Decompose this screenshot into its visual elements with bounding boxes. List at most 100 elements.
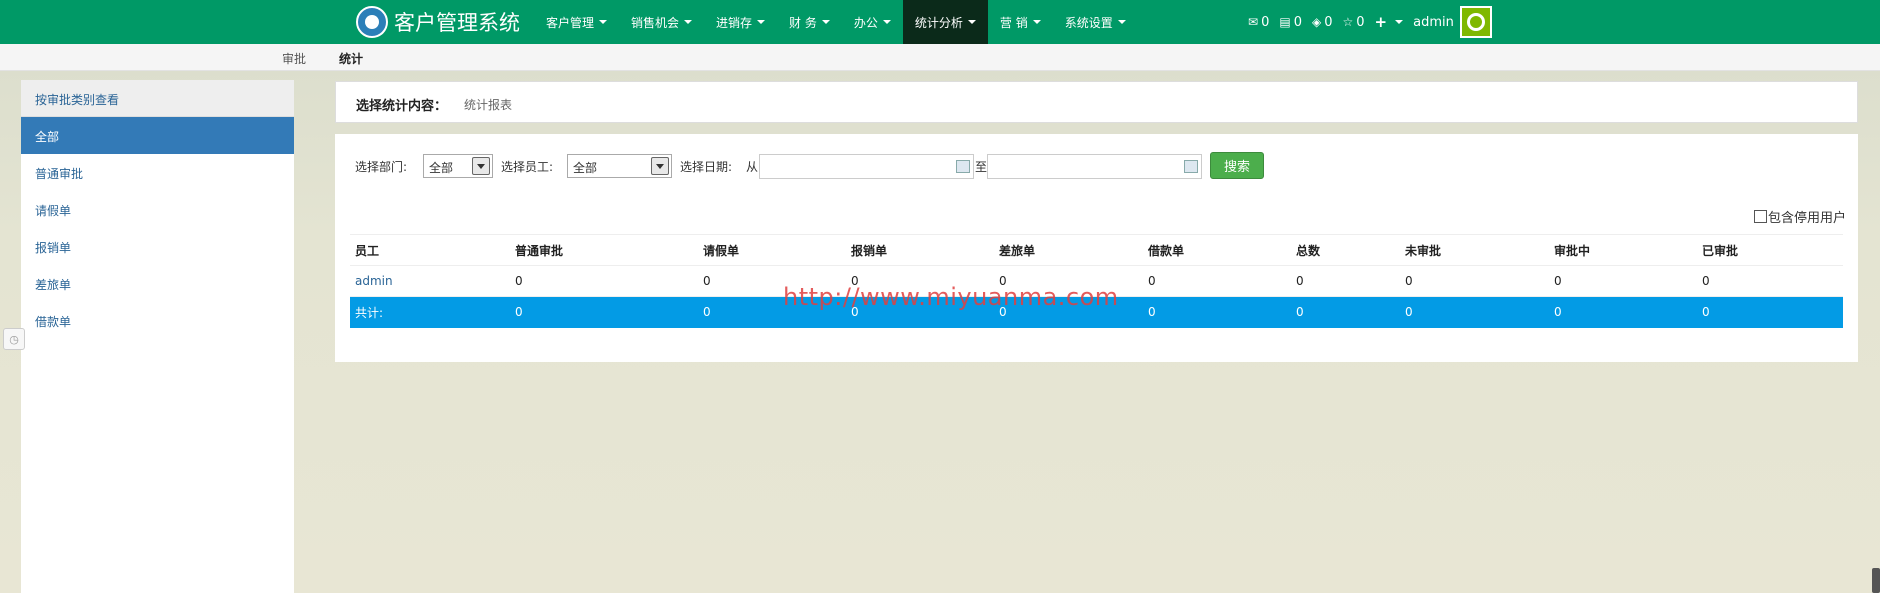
total-cell: 0 <box>1400 296 1549 328</box>
paw-icon <box>1466 13 1485 31</box>
table-cell: 0 <box>1291 265 1400 297</box>
total-cell: 0 <box>1697 296 1843 328</box>
table-cell: 0 <box>1143 265 1291 297</box>
date-label: 选择日期: <box>680 160 733 174</box>
date-from-input[interactable] <box>759 154 974 179</box>
col-general: 普通审批 <box>510 234 698 266</box>
caret-down-icon <box>684 20 693 24</box>
col-expense: 报销单 <box>846 234 994 266</box>
nav-item-sales[interactable]: 销售机会 <box>619 0 704 44</box>
date-to-input[interactable] <box>987 154 1202 179</box>
caret-down-icon <box>1395 20 1404 24</box>
messages-button[interactable]: ✉ 0 <box>1248 15 1269 30</box>
stats-table: 员工 普通审批 请假单 报销单 差旅单 借款单 总数 未审批 审批中 已审批 a… <box>350 234 1843 328</box>
app-title: 客户管理系统 <box>394 11 520 35</box>
dept-select-value: 全部 <box>429 161 454 175</box>
col-pending: 未审批 <box>1400 234 1549 266</box>
sidebar-header: 按审批类别查看 <box>21 80 294 117</box>
nav-item-marketing[interactable]: 营 销 <box>988 0 1053 44</box>
nav-item-inventory[interactable]: 进销存 <box>704 0 777 44</box>
search-button[interactable]: 搜索 <box>1210 152 1264 179</box>
avatar[interactable] <box>1459 6 1492 38</box>
stats-panel: 选择部门: 全部 选择员工: 全部 选择日期: 从 至 搜索 包含停用用户 员工… <box>335 134 1858 362</box>
nav-right: ✉ 0 ▤ 0 ◈ 0 ☆ 0 + admin <box>1248 0 1492 44</box>
subnav-approve[interactable]: 审批 <box>282 50 306 67</box>
emp-select[interactable]: 全部 <box>567 154 672 178</box>
content-select-label: 选择统计内容： <box>356 99 448 114</box>
total-cell: 0 <box>510 296 698 328</box>
nav-item-finance[interactable]: 财 务 <box>777 0 842 44</box>
table-cell: 0 <box>1697 265 1843 297</box>
top-navbar: 客户管理系统 客户管理 销售机会 进销存 财 务 办公 统计分析 营 销 系统设… <box>0 0 1880 44</box>
total-cell: 0 <box>1549 296 1697 328</box>
sidebar-item-expense[interactable]: 报销单 <box>21 228 294 265</box>
nav-item-office[interactable]: 办公 <box>842 0 903 44</box>
tasks-count: 0 <box>1324 14 1333 30</box>
caret-down-icon <box>757 20 766 24</box>
user-name[interactable]: admin <box>1413 15 1454 30</box>
sidebar-item-leave[interactable]: 请假单 <box>21 191 294 228</box>
sidebar-item-general[interactable]: 普通审批 <box>21 154 294 191</box>
notices-button[interactable]: ▤ 0 <box>1279 15 1302 30</box>
nav-item-customer[interactable]: 客户管理 <box>534 0 619 44</box>
messages-count: 0 <box>1261 14 1270 30</box>
dept-select[interactable]: 全部 <box>423 154 493 178</box>
nav-label: 客户管理 <box>546 15 595 30</box>
scrollbar-thumb[interactable] <box>1872 568 1880 593</box>
add-button[interactable]: + <box>1375 13 1404 31</box>
watermark: http://www.miyuanma.com <box>783 283 1119 311</box>
star-icon: ☆ <box>1342 15 1354 29</box>
content-select-panel: 选择统计内容： 统计报表 <box>335 81 1858 123</box>
main-menu: 客户管理 销售机会 进销存 财 务 办公 统计分析 营 销 系统设置 <box>534 0 1138 44</box>
col-loan: 借款单 <box>1143 234 1291 266</box>
sidebar-item-loan[interactable]: 借款单 <box>21 302 294 339</box>
calendar-icon[interactable] <box>956 160 970 173</box>
caret-down-icon <box>821 20 830 24</box>
caret-down-icon <box>1032 20 1041 24</box>
content-select-value[interactable]: 统计报表 <box>464 96 512 113</box>
col-leave: 请假单 <box>698 234 846 266</box>
app-logo[interactable]: 客户管理系统 <box>356 4 520 40</box>
total-cell: 0 <box>1291 296 1400 328</box>
to-label: 至 <box>975 160 988 174</box>
logo-icon <box>356 6 388 38</box>
calendar-icon[interactable] <box>1184 160 1198 173</box>
subnav-stats[interactable]: 统计 <box>339 50 363 67</box>
from-label: 从 <box>746 160 759 174</box>
include-disabled-option[interactable]: 包含停用用户 <box>1754 207 1846 226</box>
table-cell: 0 <box>1400 265 1549 297</box>
col-in-progress: 审批中 <box>1549 234 1697 266</box>
col-employee: 员工 <box>350 234 510 266</box>
favorites-count: 0 <box>1356 14 1365 30</box>
total-cell: 共计: <box>350 296 510 328</box>
tasks-button[interactable]: ◈ 0 <box>1312 15 1333 30</box>
include-disabled-checkbox[interactable] <box>1754 210 1767 223</box>
sidebar: 按审批类别查看 全部 普通审批 请假单 报销单 差旅单 借款单 <box>21 80 294 593</box>
nav-item-statistics[interactable]: 统计分析 <box>902 0 988 44</box>
nav-label: 统计分析 <box>914 15 963 30</box>
nav-label: 财 务 <box>789 15 817 30</box>
sidebar-toggle-button[interactable]: ◷ <box>3 328 25 350</box>
nav-label: 进销存 <box>716 15 753 30</box>
sidebar-item-travel[interactable]: 差旅单 <box>21 265 294 302</box>
emp-label: 选择员工: <box>501 160 554 174</box>
plus-icon: + <box>1374 13 1388 31</box>
table-cell: admin <box>350 265 510 297</box>
caret-down-icon <box>1117 20 1126 24</box>
chevron-down-icon <box>472 157 490 175</box>
employee-link[interactable]: admin <box>355 274 393 288</box>
nav-item-settings[interactable]: 系统设置 <box>1053 0 1138 44</box>
sidebar-item-all[interactable]: 全部 <box>21 117 294 154</box>
col-travel: 差旅单 <box>994 234 1143 266</box>
favorites-button[interactable]: ☆ 0 <box>1342 15 1364 30</box>
table-cell: 0 <box>1549 265 1697 297</box>
caret-down-icon <box>599 20 608 24</box>
nav-label: 营 销 <box>999 15 1028 30</box>
col-total: 总数 <box>1291 234 1400 266</box>
include-disabled-label: 包含停用用户 <box>1768 211 1847 226</box>
nav-label: 销售机会 <box>631 15 680 30</box>
dept-label: 选择部门: <box>355 160 408 174</box>
caret-down-icon <box>967 20 976 24</box>
envelope-icon: ✉ <box>1248 15 1259 29</box>
nav-label: 系统设置 <box>1064 15 1113 30</box>
